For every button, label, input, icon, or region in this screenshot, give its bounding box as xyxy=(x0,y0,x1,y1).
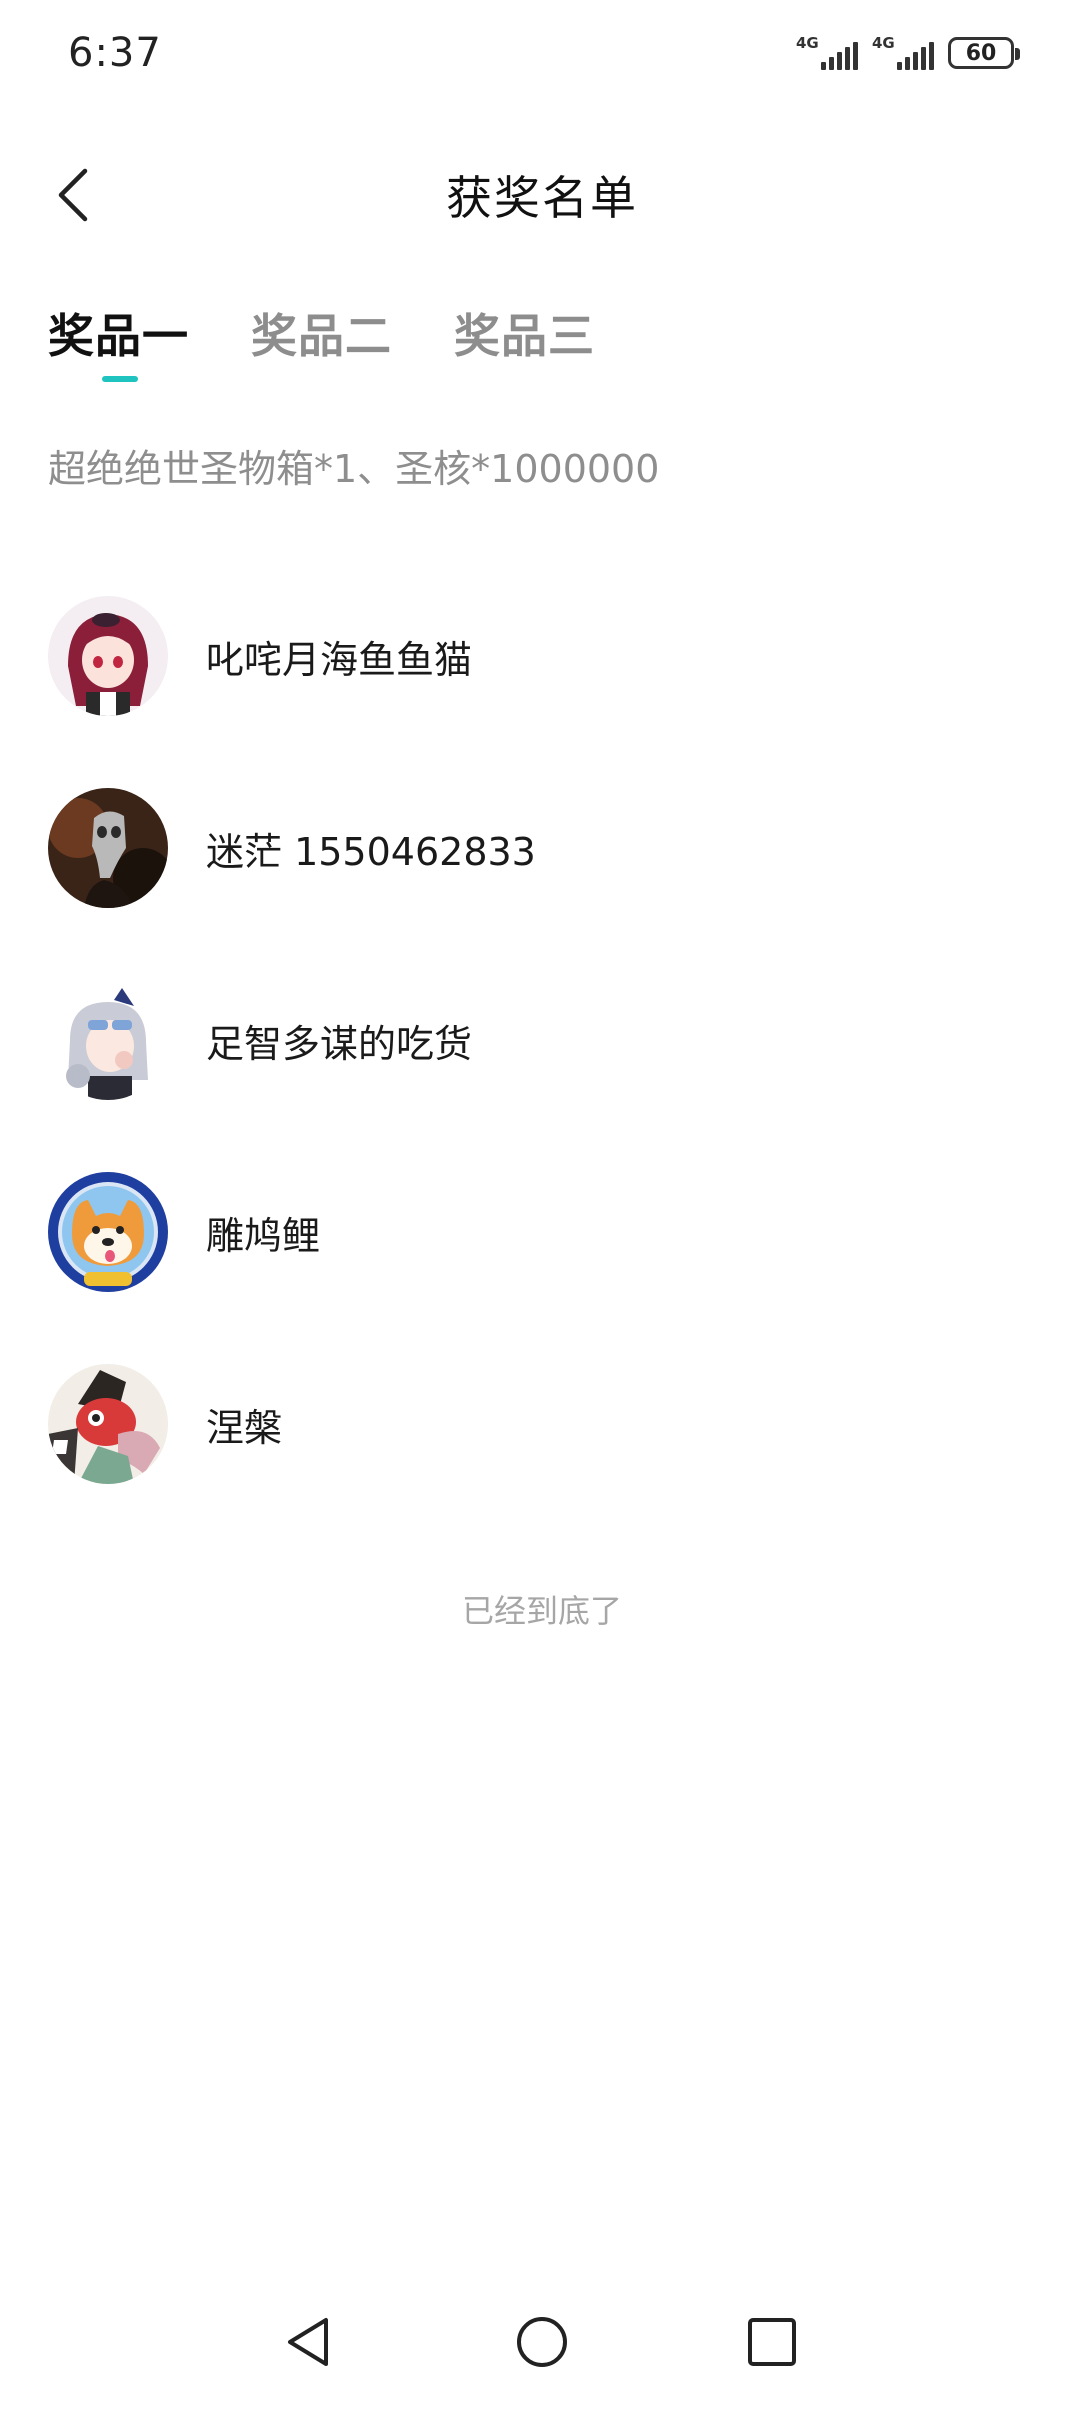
status-bar: 6:37 4G 4G 60 xyxy=(0,0,1084,110)
battery-icon: 60 xyxy=(948,37,1020,69)
avatar[interactable] xyxy=(48,788,168,908)
winner-name: 叱咤月海鱼鱼猫 xyxy=(206,637,473,682)
status-indicators: 4G 4G 60 xyxy=(796,34,1020,72)
list-item[interactable]: 叱咤月海鱼鱼猫 xyxy=(0,560,1084,752)
tab-label: 奖品二 xyxy=(251,309,392,363)
page-title: 获奖名单 xyxy=(446,171,638,225)
system-nav-bar xyxy=(0,2272,1084,2412)
circle-home-icon xyxy=(517,2317,567,2367)
square-recent-icon xyxy=(748,2318,796,2366)
nav-recent-button[interactable] xyxy=(732,2302,812,2382)
avatar[interactable] xyxy=(48,1172,168,1292)
winner-name: 涅槃 xyxy=(206,1405,283,1450)
active-tab-indicator xyxy=(102,376,138,382)
list-item[interactable]: 雕鸠鲤 xyxy=(0,1136,1084,1328)
avatar[interactable] xyxy=(48,596,168,716)
network-type-label: 4G xyxy=(872,34,895,52)
avatar[interactable] xyxy=(48,1364,168,1484)
avatar[interactable] xyxy=(48,980,168,1100)
battery-level: 60 xyxy=(965,40,997,66)
status-time: 6:37 xyxy=(68,30,162,76)
nav-home-button[interactable] xyxy=(502,2302,582,2382)
list-item[interactable]: 足智多谋的吃货 xyxy=(0,944,1084,1136)
cell-signal-icon: 4G xyxy=(872,34,934,72)
header: 获奖名单 xyxy=(0,140,1084,250)
tab-prize-3[interactable]: 奖品三 xyxy=(454,300,595,390)
network-type-label: 4G xyxy=(796,34,819,52)
winner-name: 迷茫 1550462833 xyxy=(206,829,536,874)
nav-back-button[interactable] xyxy=(270,2302,350,2382)
prize-tabs: 奖品一 奖品二 奖品三 xyxy=(48,300,595,390)
list-item[interactable]: 涅槃 xyxy=(0,1328,1084,1520)
winner-name: 雕鸠鲤 xyxy=(206,1213,321,1258)
tab-label: 奖品三 xyxy=(454,309,595,363)
winners-list: 叱咤月海鱼鱼猫 迷茫 1550462833 足智多谋的吃货 雕鸠鲤 涅槃 xyxy=(0,560,1084,1520)
triangle-back-icon xyxy=(288,2318,328,2366)
end-of-list-text: 已经到底了 xyxy=(461,1592,622,1630)
prize-description: 超绝绝世圣物箱*1、圣核*1000000 xyxy=(48,447,660,491)
winner-name: 足智多谋的吃货 xyxy=(206,1021,473,1066)
cell-signal-icon: 4G xyxy=(796,34,858,72)
tab-prize-2[interactable]: 奖品二 xyxy=(251,300,392,390)
tab-label: 奖品一 xyxy=(48,309,189,363)
list-item[interactable]: 迷茫 1550462833 xyxy=(0,752,1084,944)
tab-prize-1[interactable]: 奖品一 xyxy=(48,300,189,390)
